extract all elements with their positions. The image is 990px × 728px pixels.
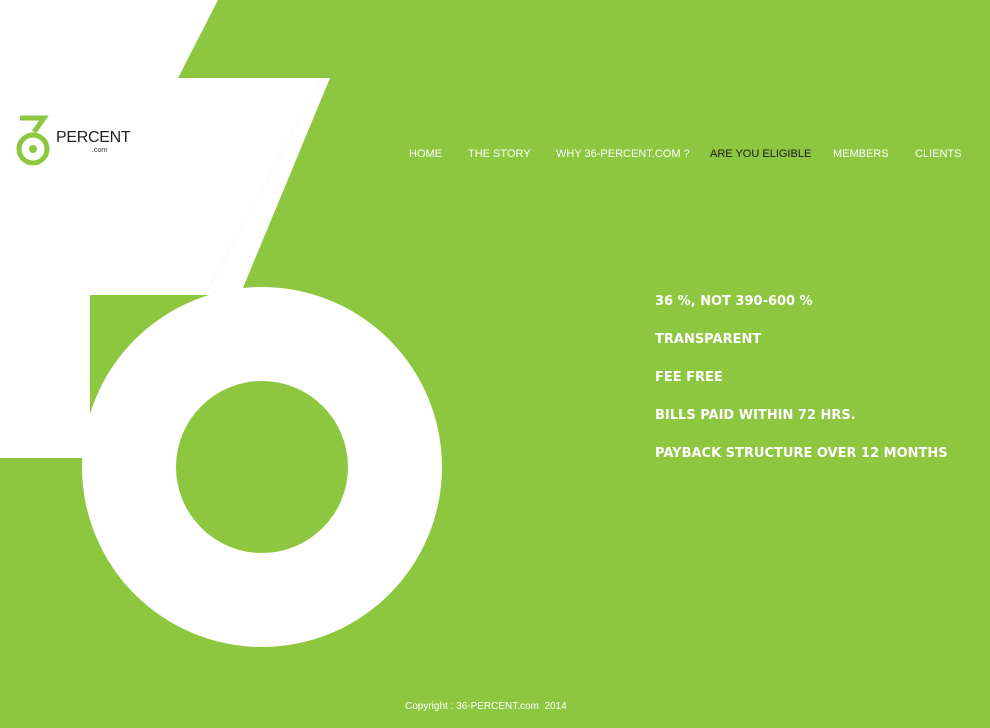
feature-item-payback: PAYBACK STRUCTURE OVER 12 MONTHS bbox=[655, 446, 948, 461]
nav-why-36-percent[interactable]: WHY 36-PERCENT.COM ? bbox=[556, 146, 690, 162]
footer-copyright: Copyright : 36-PERCENT.com 2014 bbox=[405, 701, 567, 712]
logo-text: PERCENT bbox=[56, 129, 131, 146]
nav-clients[interactable]: CLIENTS bbox=[915, 146, 961, 162]
nav-are-you-eligible[interactable]: ARE YOU ELIGIBLE bbox=[710, 146, 811, 162]
feature-list: 36 %, NOT 390-600 % TRANSPARENT FEE FREE… bbox=[655, 293, 975, 483]
feature-item-transparent: TRANSPARENT bbox=[655, 332, 762, 347]
feature-item-rate: 36 %, NOT 390-600 % bbox=[655, 294, 813, 309]
feature-item-bills-paid: BILLS PAID WITHIN 72 HRS. bbox=[655, 408, 856, 423]
main-nav: HOME THE STORY WHY 36-PERCENT.COM ? ARE … bbox=[0, 146, 990, 164]
nav-home[interactable]: HOME bbox=[409, 146, 442, 162]
nav-the-story[interactable]: THE STORY bbox=[468, 146, 531, 162]
hero-three-left bbox=[0, 290, 90, 458]
nav-members[interactable]: MEMBERS bbox=[833, 146, 889, 162]
feature-item-fee-free: FEE FREE bbox=[655, 370, 723, 385]
hero-six-hole bbox=[176, 381, 348, 553]
